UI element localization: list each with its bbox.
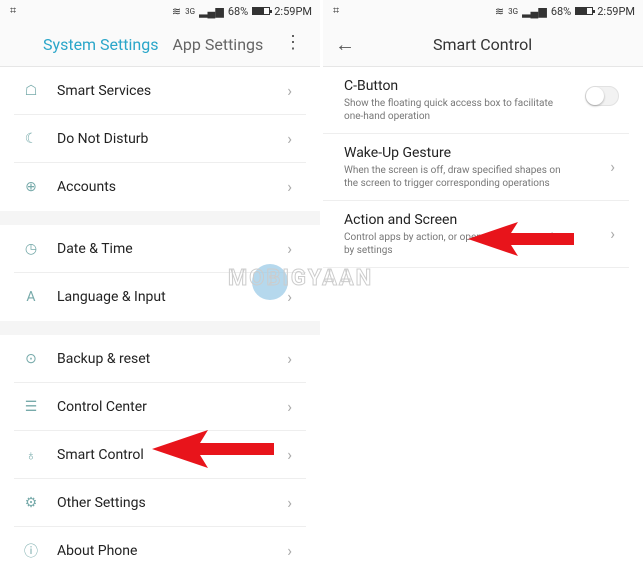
plus-circle-icon: ⊕ bbox=[25, 179, 37, 195]
settings-item-about-phone[interactable]: ⓘ About Phone › bbox=[0, 527, 320, 568]
wifi-icon: ≋ bbox=[494, 4, 505, 18]
moon-icon: ☾ bbox=[24, 131, 38, 147]
group-divider bbox=[0, 211, 320, 225]
item-label: Do Not Disturb bbox=[57, 131, 149, 147]
item-title: Wake-Up Gesture bbox=[344, 145, 451, 161]
item-label: About Phone bbox=[57, 543, 138, 559]
status-bar: ⌗ ≋ 3G ▂▄▆ 68% 2:59PM bbox=[323, 0, 643, 22]
page-header: ← Smart Control bbox=[323, 22, 643, 67]
item-title: C-Button bbox=[344, 78, 399, 94]
more-menu-icon[interactable]: ⋮ bbox=[284, 34, 302, 52]
settings-item-control-center[interactable]: ☰ Control Center › bbox=[0, 383, 320, 431]
red-arrow-left bbox=[152, 430, 274, 468]
clock-time: 2:59PM bbox=[597, 4, 635, 18]
chevron-right-icon: › bbox=[287, 541, 292, 560]
settings-item-other-settings[interactable]: ⚙ Other Settings › bbox=[0, 479, 320, 527]
smart-control-item-wake-up-gesture[interactable]: Wake-Up Gesture When the screen is off, d… bbox=[323, 134, 629, 201]
c-button-toggle[interactable] bbox=[585, 86, 619, 106]
item-label: Control Center bbox=[57, 399, 147, 415]
toggles-icon: ☰ bbox=[24, 399, 38, 415]
smart-control-item-c-button[interactable]: C-Button Show the floating quick access b… bbox=[323, 67, 629, 134]
item-label: Backup & reset bbox=[57, 351, 151, 367]
backup-icon: ⊙ bbox=[25, 351, 37, 367]
chevron-right-icon: › bbox=[287, 349, 292, 368]
screenshot-icon: ⌗ bbox=[333, 4, 340, 17]
network-type: 3G bbox=[508, 6, 519, 16]
item-label: Smart Services bbox=[57, 83, 152, 99]
chevron-right-icon: › bbox=[610, 224, 615, 243]
clock-icon: ◷ bbox=[24, 241, 38, 257]
battery-icon bbox=[252, 7, 273, 15]
network-type: 3G bbox=[185, 6, 196, 16]
item-label: Language & Input bbox=[57, 289, 166, 305]
chevron-right-icon: › bbox=[287, 129, 292, 148]
chevron-right-icon: › bbox=[287, 493, 292, 512]
signal-icon: ▂▄▆ bbox=[199, 4, 224, 18]
clock-time: 2:59PM bbox=[274, 4, 312, 18]
info-icon: ⓘ bbox=[24, 544, 38, 560]
battery-icon bbox=[575, 7, 596, 15]
item-label: Accounts bbox=[57, 179, 117, 195]
item-description: When the screen is off, draw specified s… bbox=[344, 165, 561, 189]
tab-system-settings[interactable]: System Settings bbox=[43, 35, 158, 54]
item-label: Other Settings bbox=[57, 495, 146, 511]
item-description: Show the floating quick access box to fa… bbox=[344, 98, 554, 122]
chevron-right-icon: › bbox=[287, 177, 292, 196]
item-label: Date & Time bbox=[57, 241, 133, 257]
bulb-icon: ♁ bbox=[25, 447, 37, 464]
gear-icon: ⚙ bbox=[24, 495, 38, 511]
settings-item-accounts[interactable]: ⊕ Accounts › bbox=[0, 163, 320, 211]
language-icon: A bbox=[26, 289, 36, 305]
back-arrow-icon[interactable]: ← bbox=[335, 32, 355, 57]
battery-percent: 68% bbox=[227, 4, 249, 18]
settings-item-backup-reset[interactable]: ⊙ Backup & reset › bbox=[0, 335, 320, 383]
settings-list: ☖ Smart Services › ☾ Do Not Disturb › ⊕ Account… bbox=[0, 67, 320, 568]
group-divider bbox=[0, 321, 320, 335]
wifi-icon: ≋ bbox=[171, 4, 182, 18]
tab-app-settings[interactable]: App Settings bbox=[172, 35, 263, 54]
item-label: Smart Control bbox=[57, 447, 144, 463]
battery-percent: 68% bbox=[550, 4, 572, 18]
tab-header: System Settings App Settings ⋮ bbox=[0, 22, 320, 67]
chevron-right-icon: › bbox=[610, 157, 615, 176]
signal-icon: ▂▄▆ bbox=[522, 4, 547, 18]
settings-item-do-not-disturb[interactable]: ☾ Do Not Disturb › bbox=[0, 115, 320, 163]
chevron-right-icon: › bbox=[287, 81, 292, 100]
page-title: Smart Control bbox=[433, 34, 533, 54]
android-icon: ☖ bbox=[24, 83, 38, 99]
settings-item-smart-services[interactable]: ☖ Smart Services › bbox=[0, 67, 320, 115]
chevron-right-icon: › bbox=[287, 397, 292, 416]
red-arrow-right bbox=[468, 222, 574, 256]
status-bar: ⌗ ≋ 3G ▂▄▆ 68% 2:59PM bbox=[0, 0, 320, 22]
chevron-right-icon: › bbox=[287, 445, 292, 464]
screenshot-icon: ⌗ bbox=[10, 4, 17, 17]
chevron-right-icon: › bbox=[287, 239, 292, 258]
watermark-text: MOBIGYAAN bbox=[227, 266, 374, 292]
